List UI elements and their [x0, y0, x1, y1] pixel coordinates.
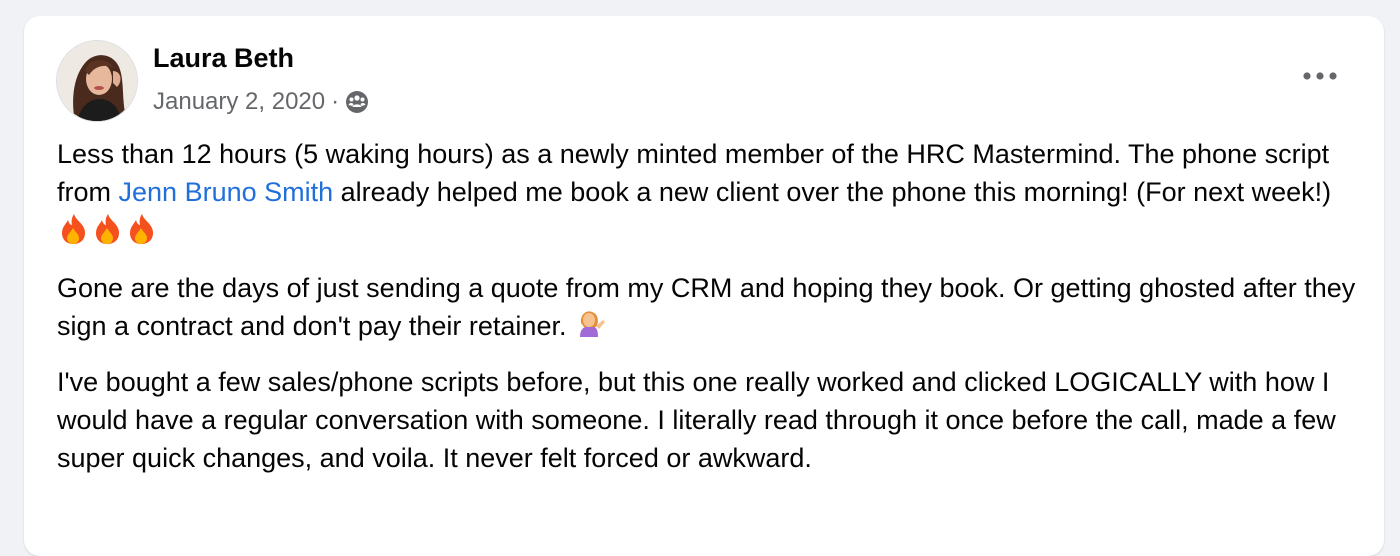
post-card: Laura Beth January 2, 2020 · Less than 1… — [24, 16, 1384, 556]
fire-emoji — [62, 214, 85, 244]
group-icon[interactable] — [345, 90, 369, 114]
post-meta: January 2, 2020 · — [153, 88, 369, 116]
more-horizontal-icon[interactable] — [1300, 64, 1340, 88]
paragraph-3: I've bought a few sales/phone scripts be… — [57, 367, 1336, 473]
fire-emoji-group — [57, 211, 161, 255]
author-name[interactable]: Laura Beth — [153, 43, 294, 74]
fire-emoji — [96, 214, 119, 244]
paragraph-1: Less than 12 hours (5 waking hours) as a… — [57, 135, 1357, 255]
fire-emoji — [130, 214, 153, 244]
person-tipping-hand-emoji — [574, 307, 606, 349]
author-avatar[interactable] — [56, 40, 138, 122]
avatar-photo — [57, 41, 137, 121]
meta-separator: · — [331, 88, 340, 115]
paragraph-2: Gone are the days of just sending a quot… — [57, 269, 1357, 349]
post-body: Less than 12 hours (5 waking hours) as a… — [57, 135, 1357, 491]
mention-link[interactable]: Jenn Bruno Smith — [119, 177, 334, 207]
paragraph-2-text: Gone are the days of just sending a quot… — [57, 273, 1356, 341]
post-date[interactable]: January 2, 2020 — [153, 88, 325, 116]
paragraph-1-text-b: already helped me book a new client over… — [333, 177, 1332, 207]
